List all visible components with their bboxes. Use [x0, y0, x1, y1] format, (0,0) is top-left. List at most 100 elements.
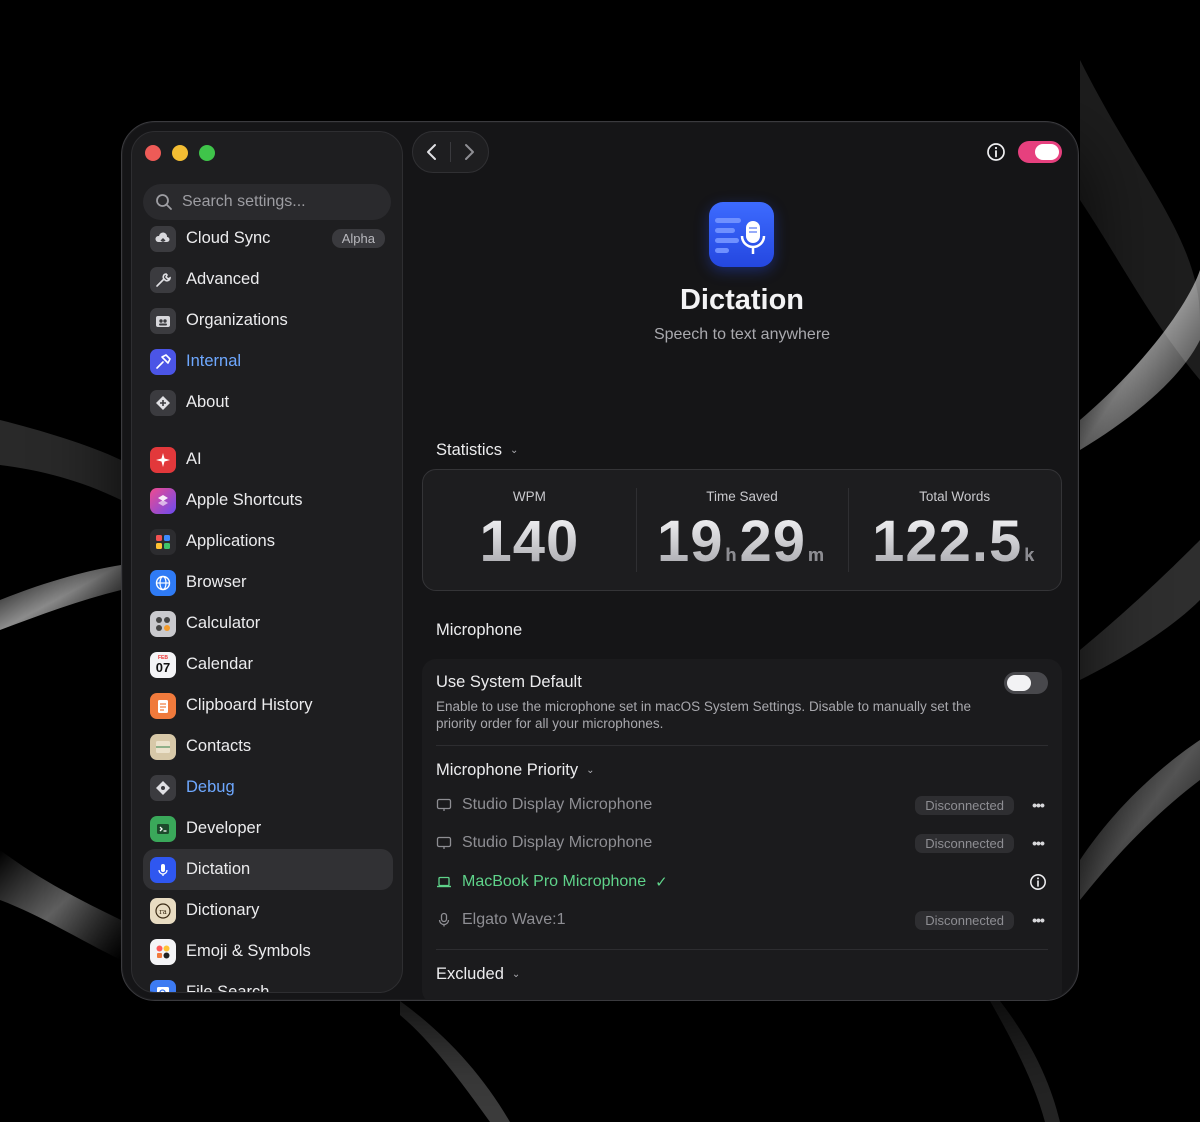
sidebar-item-browser[interactable]: Browser: [143, 562, 393, 603]
status-badge: Disconnected: [915, 795, 1014, 815]
mic-name: MacBook Pro Microphone: [462, 873, 647, 890]
mic-row-studio-display-2[interactable]: Studio Display Microphone Disconnected •…: [436, 830, 1048, 856]
applications-icon: [150, 528, 176, 555]
mic-row-studio-display-1[interactable]: Studio Display Microphone Disconnected •…: [436, 792, 1048, 818]
sidebar-item-calendar[interactable]: FEB 07 Calendar: [143, 644, 393, 685]
sidebar-item-dictionary[interactable]: ra Dictionary: [143, 890, 393, 931]
minimize-window-button[interactable]: [172, 145, 188, 161]
sidebar-nav: Cloud Sync Alpha Advanced Organizations: [143, 218, 393, 992]
sidebar-item-label: Calendar: [186, 655, 253, 673]
sidebar-item-contacts[interactable]: Contacts: [143, 726, 393, 767]
display-icon: [436, 797, 452, 813]
search-field[interactable]: [143, 184, 391, 220]
developer-icon: [150, 815, 176, 842]
zoom-window-button[interactable]: [199, 145, 215, 161]
stat-total-words: Total Words 122.5 k: [848, 470, 1061, 590]
back-button[interactable]: [413, 132, 450, 172]
sparkle-icon: [150, 446, 176, 473]
mic-row-elgato-wave[interactable]: Elgato Wave:1 Disconnected •••: [436, 907, 1048, 933]
wrench-icon: [150, 266, 176, 293]
sidebar-item-developer[interactable]: Developer: [143, 808, 393, 849]
sidebar-item-about[interactable]: About: [143, 382, 393, 423]
stat-title: Time Saved: [706, 489, 778, 504]
dictation-enabled-toggle[interactable]: [1018, 141, 1062, 163]
use-system-default-title: Use System Default: [436, 673, 582, 691]
use-system-default-description: Enable to use the microphone set in macO…: [436, 699, 972, 731]
page-subtitle: Speech to text anywhere: [653, 326, 831, 343]
checkmark-icon: ✓: [655, 874, 668, 891]
search-icon: [156, 194, 172, 210]
sidebar-item-label: AI: [186, 450, 202, 468]
microphone-label: Microphone: [436, 621, 523, 639]
excluded-header[interactable]: Excluded ⌄: [436, 965, 520, 984]
sidebar-item-label: Clipboard History: [186, 696, 313, 714]
sidebar-item-file-search[interactable]: File Search: [143, 972, 393, 992]
sidebar-item-debug[interactable]: Debug: [143, 767, 393, 808]
hammer-icon: [150, 348, 176, 375]
calculator-icon: [150, 610, 176, 637]
microphone-card: Use System Default Enable to use the mic…: [422, 659, 1062, 1000]
mic-name: Studio Display Microphone: [462, 834, 653, 851]
sidebar-item-clipboard-history[interactable]: Clipboard History: [143, 685, 393, 726]
mic-row-macbook-pro[interactable]: MacBook Pro Microphone ✓: [436, 869, 1048, 895]
more-options-button[interactable]: •••: [1028, 797, 1048, 813]
laptop-icon: [436, 874, 452, 890]
sidebar-item-label: Dictation: [186, 860, 251, 878]
sidebar-item-advanced[interactable]: Advanced: [143, 259, 393, 300]
sidebar-item-label: Apple Shortcuts: [186, 491, 303, 509]
status-badge: Disconnected: [915, 910, 1014, 930]
sidebar-item-ai[interactable]: AI: [143, 439, 393, 480]
stat-minutes: 29: [739, 509, 807, 574]
sidebar-item-label: Contacts: [186, 737, 252, 755]
mic-name: Elgato Wave:1: [462, 911, 566, 928]
sidebar-item-label: Calculator: [186, 614, 261, 632]
sidebar-item-label: Cloud Sync: [186, 229, 271, 247]
chevron-down-icon: ⌄: [510, 445, 519, 456]
sidebar-item-emoji-symbols[interactable]: Emoji & Symbols: [143, 931, 393, 972]
sidebar-item-calculator[interactable]: Calculator: [143, 603, 393, 644]
excluded-label: Excluded: [436, 965, 504, 983]
stat-unit: k: [1024, 545, 1036, 565]
sidebar-item-label: Organizations: [186, 311, 288, 329]
use-system-default-toggle[interactable]: [1004, 672, 1048, 694]
microphone-icon: [150, 856, 176, 883]
calendar-icon: FEB 07: [150, 651, 176, 678]
microphone-icon: [436, 912, 452, 928]
close-window-button[interactable]: [145, 145, 161, 161]
stat-hours-unit: h: [725, 545, 738, 565]
settings-window: Cloud Sync Alpha Advanced Organizations: [121, 121, 1079, 1001]
sidebar: Cloud Sync Alpha Advanced Organizations: [131, 131, 403, 993]
sidebar-item-applications[interactable]: Applications: [143, 521, 393, 562]
display-icon: [436, 835, 452, 851]
organizations-icon: [150, 307, 176, 334]
globe-icon: [150, 569, 176, 596]
sidebar-item-label: Debug: [186, 778, 235, 796]
about-icon: [150, 389, 176, 416]
chevron-down-icon: ⌄: [511, 969, 521, 980]
page-title: Dictation: [679, 284, 805, 316]
sidebar-item-apple-shortcuts[interactable]: Apple Shortcuts: [143, 480, 393, 521]
sidebar-item-dictation[interactable]: Dictation: [143, 849, 393, 890]
dictionary-icon: ra: [150, 897, 176, 924]
mic-name: Studio Display Microphone: [462, 796, 653, 813]
debug-icon: [150, 774, 176, 801]
more-options-button[interactable]: •••: [1028, 912, 1048, 928]
sidebar-item-label: About: [186, 393, 230, 411]
sidebar-item-organizations[interactable]: Organizations: [143, 300, 393, 341]
chevron-right-icon: [465, 144, 475, 160]
statistics-card: WPM 140 Time Saved 19 h 29 m Total Words…: [422, 469, 1062, 591]
microphone-priority-header[interactable]: Microphone Priority ⌄: [436, 761, 595, 780]
emoji-icon: [150, 938, 176, 965]
statistics-header[interactable]: Statistics ⌄: [436, 441, 518, 460]
shortcuts-icon: [150, 487, 176, 514]
sidebar-item-internal[interactable]: Internal: [143, 341, 393, 382]
stat-title: WPM: [512, 489, 546, 504]
sidebar-item-label: Advanced: [186, 270, 260, 288]
more-options-button[interactable]: •••: [1028, 835, 1048, 851]
search-input[interactable]: [182, 193, 372, 211]
forward-button[interactable]: [451, 132, 488, 172]
sidebar-item-cloud-sync[interactable]: Cloud Sync Alpha: [143, 218, 393, 259]
info-icon[interactable]: [1029, 873, 1047, 891]
chevron-down-icon: ⌄: [586, 765, 595, 776]
info-icon[interactable]: [986, 142, 1006, 162]
